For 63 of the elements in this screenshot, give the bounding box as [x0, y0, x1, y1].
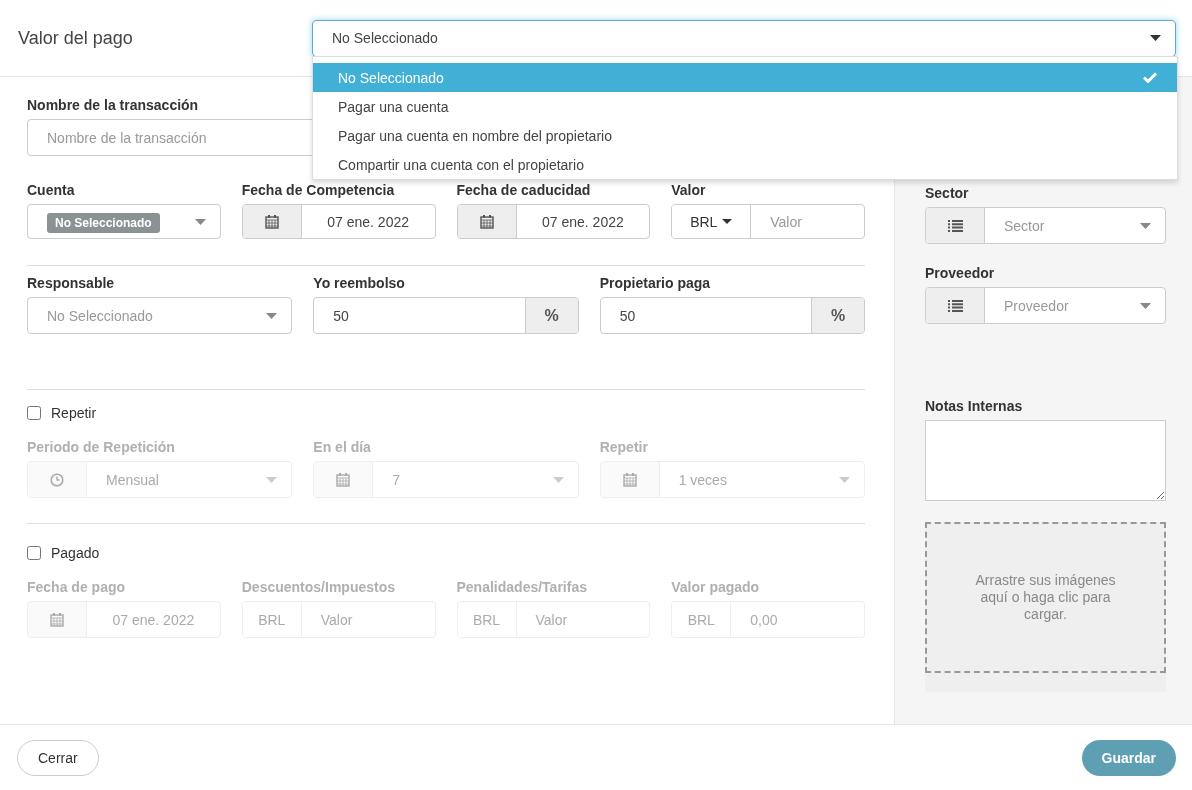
field-label: Valor: [671, 182, 706, 198]
percent-field[interactable]: 50 %: [313, 297, 579, 334]
dropdown-option[interactable]: Pagar una cuenta en nombre del propietario: [313, 121, 1177, 150]
caret-icon: [266, 476, 278, 483]
select-field[interactable]: No Seleccionado: [27, 204, 221, 239]
select-field[interactable]: Sector: [925, 207, 1166, 244]
currency-addon: BRL: [457, 602, 517, 637]
field-label: Nombre de la transacción: [27, 97, 199, 113]
field-label: Responsable: [27, 275, 115, 291]
caret-icon: [194, 218, 206, 225]
field-label: Repetir: [599, 439, 648, 455]
date-field[interactable]: 07 ene. 2022: [456, 204, 651, 239]
field-label: Valor pagado: [671, 579, 760, 595]
check-icon: [1143, 72, 1157, 83]
field-label: Descuentos/Impuestos: [241, 579, 395, 595]
dropdown-option[interactable]: Compartir una cuenta con el propietario: [313, 150, 1177, 179]
caret-icon: [1140, 222, 1151, 229]
currency-addon: BRL: [242, 602, 302, 637]
dialog-title: Valor del pago: [18, 27, 134, 49]
field-label: Yo reembolso: [313, 275, 405, 291]
percent-addon: %: [811, 298, 864, 333]
calendar-icon: [336, 472, 351, 487]
field-label: Penalidades/Tarifas: [456, 579, 587, 595]
list-icon: [947, 299, 963, 312]
percent-addon: %: [524, 298, 578, 333]
field-label: Fecha de caducidad: [456, 182, 591, 198]
field-label: Periodo de Repetición: [27, 439, 175, 455]
checkbox-label: Repetir: [51, 405, 97, 421]
amount-field[interactable]: BRL Valor: [671, 204, 865, 239]
calendar-icon: [479, 214, 494, 229]
caret-icon: [839, 476, 850, 483]
caret-icon: [1140, 302, 1151, 309]
field-label: Sector: [925, 185, 969, 201]
dropdown-option[interactable]: Pagar una cuenta: [313, 92, 1177, 121]
caret-icon: [552, 476, 564, 483]
field-label: Fecha de Competencia: [241, 182, 395, 198]
calendar-icon: [50, 612, 64, 627]
field-label: Fecha de pago: [27, 579, 126, 595]
checkbox-label: Pagado: [51, 545, 100, 561]
field-label: En el día: [313, 439, 371, 455]
caret-icon: [722, 219, 733, 224]
percent-field[interactable]: 50 %: [599, 297, 865, 334]
currency-dropdown[interactable]: BRL: [672, 205, 752, 238]
save-button[interactable]: Guardar: [1081, 739, 1176, 776]
close-button[interactable]: Cerrar: [17, 739, 99, 776]
list-icon: [947, 219, 963, 232]
notes-field[interactable]: [925, 420, 1166, 501]
currency-addon: BRL: [672, 602, 732, 637]
caret-icon: [266, 312, 278, 319]
calendar-icon: [264, 214, 279, 229]
dropdown-option[interactable]: No Seleccionado: [313, 63, 1177, 92]
field-label: Proveedor: [925, 265, 995, 281]
status-badge: No Seleccionado: [47, 212, 160, 233]
field-label: Notas Internas: [925, 398, 1023, 414]
field-label: Propietario paga: [599, 275, 711, 291]
field-label: Cuenta: [27, 182, 75, 198]
clock-icon: [50, 472, 64, 487]
upload-dropzone[interactable]: Arrastre sus imágenes aquí o haga clic para cargar.: [925, 522, 1166, 673]
caret-icon: [1150, 35, 1161, 41]
calendar-icon: [622, 472, 637, 487]
select-field[interactable]: No Seleccionado: [27, 297, 293, 334]
select-field[interactable]: Proveedor: [925, 287, 1166, 324]
date-field[interactable]: 07 ene. 2022: [241, 204, 436, 239]
